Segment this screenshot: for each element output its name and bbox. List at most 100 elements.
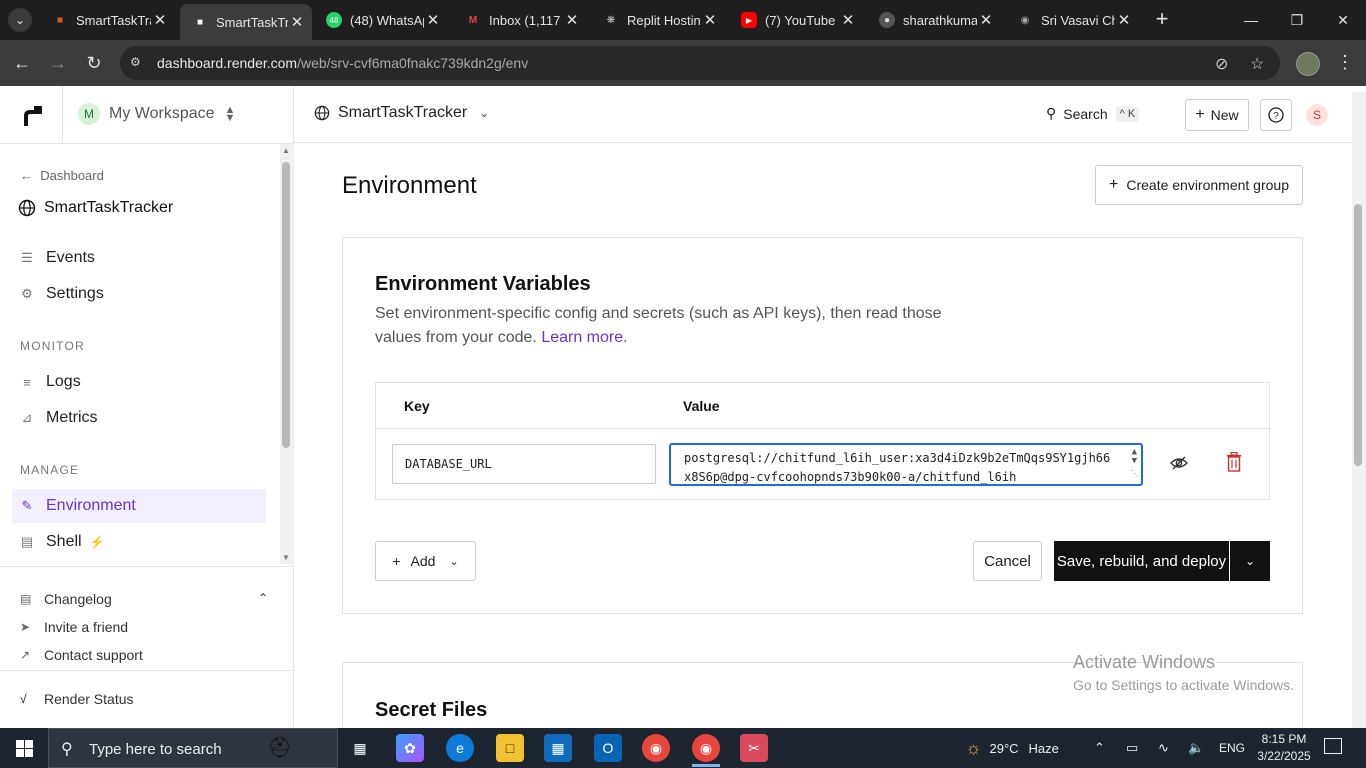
main-scrollbar[interactable] (1352, 92, 1366, 728)
changelog-link[interactable]: ▤ Changelog (20, 591, 112, 607)
delete-trash-icon[interactable] (1226, 452, 1242, 472)
url-text[interactable]: dashboard.render.com/web/srv-cvf6ma0fnak… (157, 55, 528, 71)
browser-tab[interactable]: ▶ (7) YouTube ✕ (729, 6, 863, 34)
workspace-switcher[interactable]: M My Workspace ▲ ▼ (78, 103, 235, 125)
tab-title: sharathkuma (903, 12, 977, 28)
browser-tab[interactable]: ■ SmartTaskTra ✕ (40, 6, 175, 34)
list-icon: ☰ (21, 250, 33, 265)
close-window-icon[interactable]: ✕ (1320, 0, 1366, 40)
close-tab-icon[interactable]: ✕ (701, 11, 719, 29)
render-logo-icon[interactable] (22, 106, 42, 126)
invite-friend-link[interactable]: ➤ Invite a friend (20, 619, 128, 635)
forward-arrow-icon[interactable]: → (46, 51, 70, 75)
wifi-icon[interactable]: ∿ (1158, 728, 1169, 768)
browser-tab[interactable]: M Inbox (1,117 ✕ (453, 6, 587, 34)
chrome-icon[interactable]: ◉ (642, 734, 670, 762)
tab-search-chevron-icon[interactable]: ⌄ (8, 8, 32, 32)
browser-tab[interactable]: ❋ Replit Hostin ✕ (591, 6, 725, 34)
section-heading-monitor: MONITOR (20, 339, 85, 353)
plus-icon: + (1109, 176, 1119, 193)
create-environment-group-button[interactable]: + Create environment group (1095, 165, 1303, 205)
bookmark-star-icon[interactable]: ☆ (1250, 54, 1264, 74)
browser-tab[interactable]: ● sharathkuma ✕ (867, 6, 1001, 34)
sidebar-item-metrics[interactable]: ⊿ Metrics (12, 401, 266, 435)
weather-widget[interactable]: ☼ 29°C Haze (965, 728, 1059, 768)
new-label: New (1210, 107, 1239, 123)
taskbar-search[interactable]: ⚲ Type here to search ⛑ (48, 728, 338, 768)
clock-date: 3/22/2025 (1257, 749, 1311, 763)
sidebar-item-shell[interactable]: ▤ Shell ⚡ (12, 525, 266, 559)
save-options-chevron-icon[interactable]: ⌄ (1230, 541, 1270, 581)
close-tab-icon[interactable]: ✕ (839, 11, 857, 29)
tab-title: (7) YouTube (765, 12, 836, 28)
address-bar[interactable]: ⚙ dashboard.render.com/web/srv-cvf6ma0fn… (120, 46, 1280, 80)
snipping-tool-icon[interactable]: ✂ (740, 734, 768, 762)
learn-more-link[interactable]: Learn more. (541, 329, 627, 346)
chrome-profile-icon[interactable]: ◉ (692, 734, 720, 762)
add-variable-button[interactable]: + Add ⌄ (375, 541, 476, 581)
site-settings-icon[interactable]: ⚙ (130, 55, 146, 71)
user-avatar[interactable]: S (1306, 104, 1328, 126)
scrollbar-thumb[interactable] (282, 162, 290, 448)
battery-icon[interactable]: ▭ (1126, 728, 1138, 768)
globe-icon (314, 105, 330, 121)
close-tab-icon[interactable]: ✕ (424, 11, 442, 29)
scroll-up-icon[interactable]: ▲ (282, 146, 290, 155)
search-button[interactable]: ⚲ Search ^ K (1046, 105, 1140, 122)
outlook-icon[interactable]: O (594, 734, 622, 762)
contact-support-link[interactable]: ↗ Contact support (20, 647, 143, 663)
browser-tab[interactable]: 48 (48) WhatsAp ✕ (314, 6, 448, 34)
save-rebuild-deploy-button[interactable]: Save, rebuild, and deploy (1054, 541, 1229, 581)
new-button[interactable]: + New (1185, 99, 1249, 131)
chevron-up-icon[interactable]: ⌃ (258, 591, 268, 605)
top-bar: SmartTaskTracker ⌄ ⚲ Search ^ K + New ? … (294, 86, 1366, 143)
eye-off-icon[interactable]: ⊘ (1215, 54, 1228, 74)
back-to-dashboard-link[interactable]: ← Dashboard (20, 168, 104, 183)
browser-tab-active[interactable]: ■ SmartTaskTra ✕ (180, 4, 312, 40)
scroll-down-icon[interactable]: ▼ (282, 553, 290, 562)
env-value-textarea[interactable]: postgresql://chitfund_l6ih_user:xa3d4iDz… (669, 443, 1143, 486)
sidebar-item-logs[interactable]: ≡ Logs (12, 365, 266, 399)
back-arrow-icon[interactable]: ← (10, 51, 34, 75)
profile-avatar[interactable] (1296, 52, 1320, 76)
cancel-button[interactable]: Cancel (973, 541, 1042, 581)
service-switcher[interactable]: SmartTaskTracker ⌄ (314, 104, 489, 122)
browser-tab[interactable]: ◉ Sri Vasavi Ch ✕ (1005, 6, 1139, 34)
close-tab-icon[interactable]: ✕ (288, 13, 306, 31)
minimize-icon[interactable]: — (1228, 0, 1274, 40)
close-tab-icon[interactable]: ✕ (1115, 11, 1133, 29)
task-view-icon[interactable]: ▦ (346, 734, 374, 762)
hide-value-eye-icon[interactable] (1169, 453, 1189, 473)
file-explorer-icon[interactable]: □ (496, 734, 524, 762)
close-tab-icon[interactable]: ✕ (151, 11, 169, 29)
sidebar-item-environment[interactable]: ✎ Environment (12, 489, 266, 523)
reload-icon[interactable]: ↻ (82, 51, 106, 75)
column-header-key: Key (404, 398, 430, 414)
resize-handle-icon[interactable]: ⋱ (1131, 464, 1139, 483)
clock[interactable]: 8:15 PM 3/22/2025 (1256, 731, 1312, 765)
sidebar-item-label: Environment (46, 497, 136, 514)
scrollbar-thumb[interactable] (1354, 204, 1362, 466)
start-button[interactable] (0, 728, 48, 768)
sidebar-item-settings[interactable]: ⚙ Settings (12, 277, 266, 311)
browser-menu-icon[interactable]: ⋮ (1336, 52, 1354, 73)
copilot-icon[interactable]: ✿ (396, 734, 424, 762)
globe-icon (18, 199, 36, 217)
edge-icon[interactable]: e (446, 734, 474, 762)
language-indicator[interactable]: ENG (1219, 728, 1245, 768)
render-status-link[interactable]: √ Render Status (20, 691, 134, 707)
volume-icon[interactable]: 🔈 (1188, 728, 1204, 768)
help-button[interactable]: ? (1260, 99, 1292, 131)
restore-icon[interactable]: ❐ (1274, 0, 1320, 40)
notifications-icon[interactable] (1324, 738, 1342, 754)
close-tab-icon[interactable]: ✕ (563, 11, 581, 29)
sidebar-item-events[interactable]: ☰ Events (12, 241, 266, 275)
env-key-input[interactable]: DATABASE_URL (392, 444, 656, 484)
sidebar-scrollbar[interactable]: ▲ ▼ (280, 144, 294, 564)
store-icon[interactable]: ▦ (544, 734, 572, 762)
new-tab-plus-icon[interactable]: + (1150, 8, 1174, 32)
close-tab-icon[interactable]: ✕ (977, 11, 995, 29)
hidden-icons-chevron-icon[interactable]: ⌃ (1094, 728, 1105, 768)
main-content: Environment + Create environment group E… (294, 144, 1352, 728)
card-heading: Environment Variables (375, 273, 591, 295)
